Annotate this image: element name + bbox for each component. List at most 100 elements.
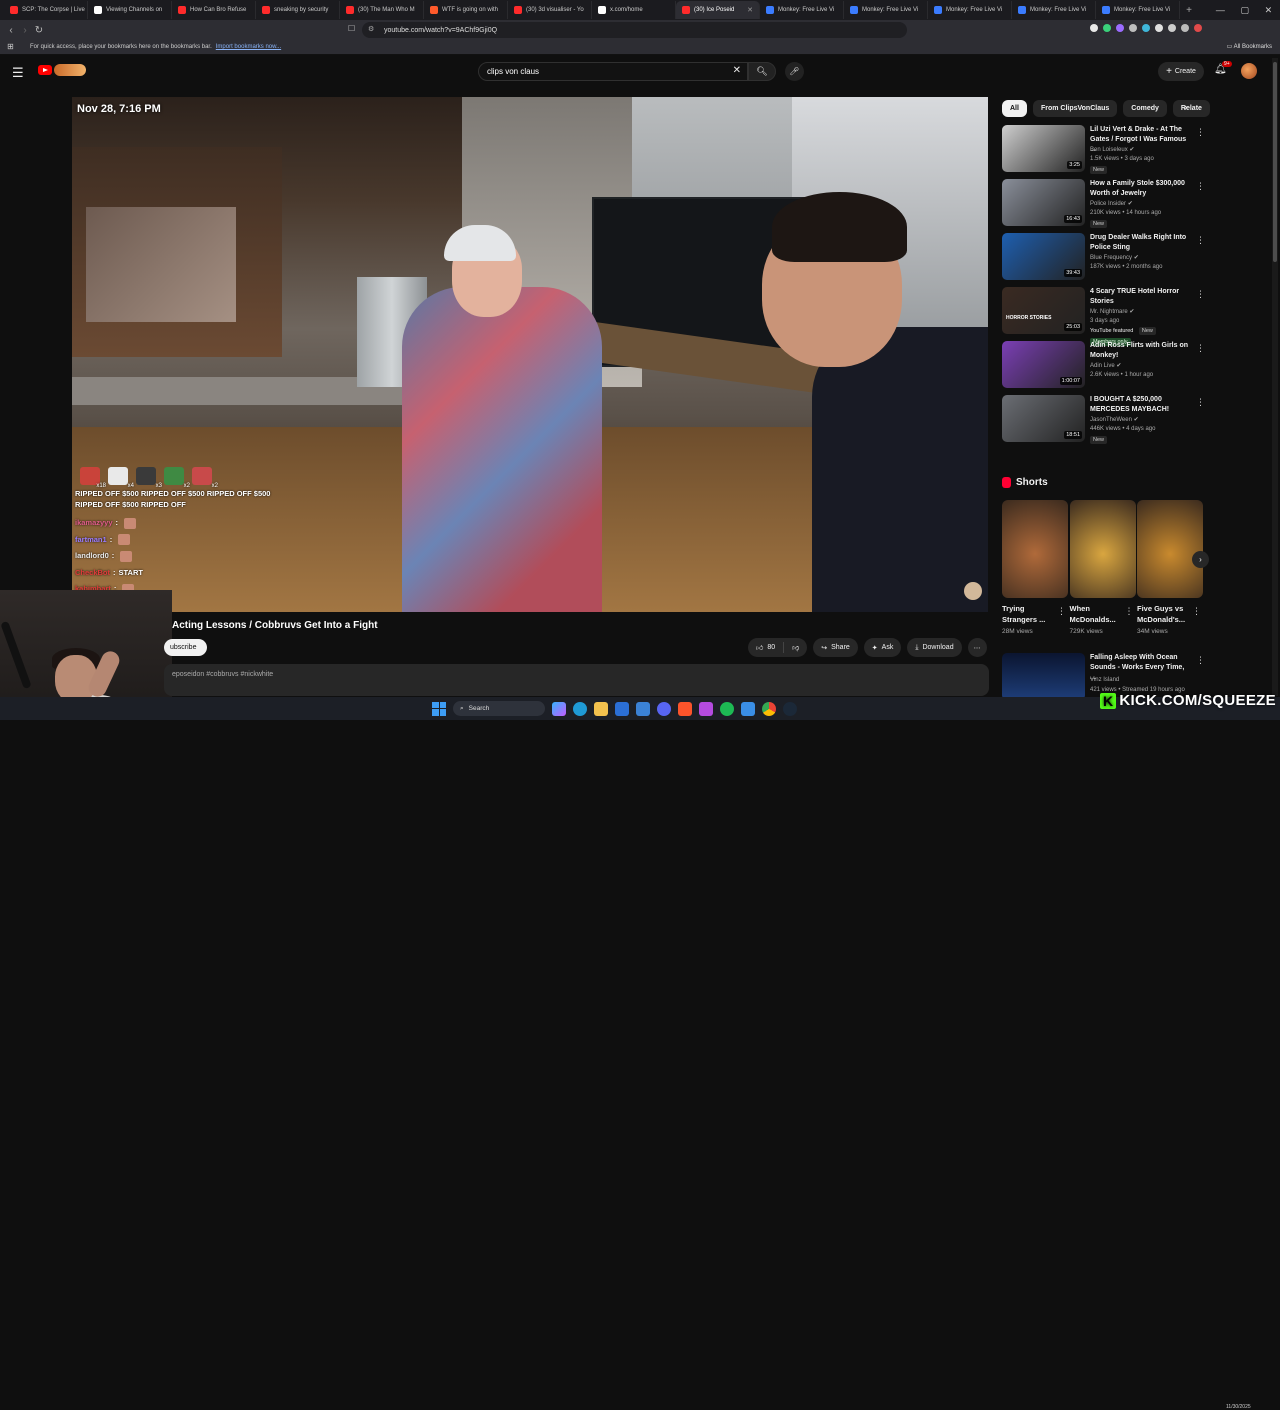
filter-chip[interactable]: All xyxy=(1002,100,1027,117)
browser-tab[interactable]: How Can Bro Refuse xyxy=(172,1,256,19)
youtube-logo[interactable] xyxy=(38,65,52,75)
recommendation-item[interactable]: 1:00:07 Adin Ross Flirts with Girls on Mo… xyxy=(1002,341,1205,391)
maximize-icon[interactable]: ▢ xyxy=(1240,5,1249,16)
recommendation-item[interactable]: 16:43 How a Family Stole $300,000 Worth o… xyxy=(1002,179,1205,229)
browser-tab[interactable]: Monkey: Free Live Vi xyxy=(928,1,1012,19)
bookmark-star-icon[interactable]: ☐ xyxy=(348,24,355,33)
recommendation-item[interactable]: 3:25 Lil Uzi Vert & Drake - At The Gates … xyxy=(1002,125,1205,175)
back-icon[interactable]: ‹ xyxy=(4,25,18,36)
search-input[interactable]: clips von claus ✕ xyxy=(478,62,748,81)
search-button[interactable]: 🔍︎ xyxy=(748,62,776,81)
filter-chip[interactable]: Relate xyxy=(1172,100,1210,117)
browser-tab[interactable]: Monkey: Free Live Vi xyxy=(1012,1,1096,19)
more-options-icon[interactable]: ⋮ xyxy=(1196,181,1205,192)
more-options-icon[interactable]: ⋮ xyxy=(1196,289,1205,300)
description-box[interactable]: eposeidon #cobbruvs #nickwhite xyxy=(164,664,989,696)
forward-icon[interactable]: › xyxy=(18,25,32,36)
dislike-button[interactable]: 👎︎ xyxy=(784,638,807,657)
recommendation-item[interactable]: Falling Asleep With Ocean Sounds - Works… xyxy=(1002,653,1202,697)
all-bookmarks-button[interactable]: ▭ All Bookmarks xyxy=(1227,43,1272,50)
more-actions-button[interactable]: ⋯ xyxy=(967,638,987,657)
page-scrollbar[interactable] xyxy=(1272,58,1278,696)
close-tab-icon[interactable]: ✕ xyxy=(747,6,753,14)
file-explorer-icon[interactable] xyxy=(594,701,608,716)
extension-icon[interactable] xyxy=(1168,24,1176,32)
short-title[interactable]: When McDonalds... xyxy=(1070,603,1125,625)
more-options-icon[interactable]: ⋮ xyxy=(1192,606,1201,617)
extension-icon[interactable] xyxy=(1181,24,1189,32)
filter-chip[interactable]: Comedy xyxy=(1123,100,1167,117)
short-title[interactable]: Trying Strangers ... xyxy=(1002,603,1057,625)
close-window-icon[interactable]: ✕ xyxy=(1265,5,1273,16)
more-options-icon[interactable]: ⋮ xyxy=(1196,235,1205,246)
discord-icon[interactable] xyxy=(657,701,671,716)
browser-tab[interactable]: (30) Ice Poseid ✕ xyxy=(676,1,760,19)
extension-icon[interactable] xyxy=(1103,24,1111,32)
extension-icon[interactable] xyxy=(1142,24,1150,32)
account-avatar[interactable] xyxy=(1241,63,1257,79)
apps-icon[interactable]: ⊞ xyxy=(7,42,14,51)
scrollbar-thumb[interactable] xyxy=(1273,62,1277,262)
taskbar-search[interactable]: ⌕ Search xyxy=(453,701,545,716)
more-options-icon[interactable]: ⋮ xyxy=(1196,127,1205,138)
windows-start-icon[interactable] xyxy=(432,701,446,716)
url-field[interactable]: ⚙ youtube.com/watch?v=9AChf9Gji0Q xyxy=(362,22,907,38)
extension-icon[interactable] xyxy=(1129,24,1137,32)
share-button[interactable]: ↪ Share xyxy=(813,638,858,657)
short-thumbnail[interactable] xyxy=(1069,500,1136,598)
spotify-icon[interactable] xyxy=(720,701,734,716)
shorts-next-button[interactable]: › xyxy=(1192,551,1209,568)
more-options-icon[interactable]: ⋮ xyxy=(1057,606,1066,617)
short-title[interactable]: Five Guys vs McDonald's... xyxy=(1137,603,1192,625)
doodle-logo[interactable] xyxy=(54,64,86,76)
subscribe-button[interactable]: ubscribe xyxy=(164,639,207,656)
site-info-icon[interactable]: ⚙ xyxy=(368,25,374,33)
more-options-icon[interactable]: ⋮ xyxy=(1196,343,1205,354)
browser-tab[interactable]: sneaking by security xyxy=(256,1,340,19)
steam-icon[interactable] xyxy=(783,701,797,716)
store-icon[interactable] xyxy=(615,701,629,716)
ask-button[interactable]: ✦ Ask xyxy=(863,638,902,657)
chevron-right-icon[interactable]: › xyxy=(1184,102,1187,113)
voice-search-button[interactable]: 🎤︎ xyxy=(785,62,804,81)
browser-tab[interactable]: (30) The Man Who M xyxy=(340,1,424,19)
video-player[interactable]: Nov 28, 7:16 PM x18 x4 x3 x2 x2 RIPPED OFF $… xyxy=(72,97,988,612)
edge-icon[interactable] xyxy=(573,701,587,716)
short-thumbnail[interactable] xyxy=(1137,500,1203,598)
more-options-icon[interactable]: ⋮ xyxy=(1196,655,1202,666)
recommendation-item[interactable]: HORROR STORIES 25:03 4 Scary TRUE Hotel Ho… xyxy=(1002,287,1205,346)
browser-tab[interactable]: Monkey: Free Live Vi xyxy=(844,1,928,19)
clear-search-icon[interactable]: ✕ xyxy=(733,65,741,76)
photos-icon[interactable] xyxy=(636,701,650,716)
like-button[interactable]: 👍︎ 80 xyxy=(748,638,783,657)
browser-tab[interactable]: Monkey: Free Live Vi xyxy=(760,1,844,19)
recommendation-item[interactable]: 39:43 Drug Dealer Walks Right Into Police… xyxy=(1002,233,1205,283)
extension-icon[interactable] xyxy=(1194,24,1202,32)
reload-icon[interactable]: ↻ xyxy=(32,25,46,36)
more-options-icon[interactable]: ⋮ xyxy=(1196,397,1205,408)
browser-tab[interactable]: Viewing Channels on xyxy=(88,1,172,19)
brave-icon[interactable] xyxy=(678,701,692,716)
browser-tab[interactable]: x.com/home xyxy=(592,1,676,19)
extension-icon[interactable] xyxy=(1155,24,1163,32)
extension-icon[interactable] xyxy=(1090,24,1098,32)
notes-icon[interactable] xyxy=(741,701,755,716)
new-tab-icon[interactable]: + xyxy=(1180,5,1198,16)
minimize-icon[interactable]: — xyxy=(1216,5,1225,15)
short-thumbnail[interactable] xyxy=(1002,500,1068,598)
download-button[interactable]: ⤓ Download xyxy=(907,638,962,657)
import-bookmarks-link[interactable]: Import bookmarks now... xyxy=(216,44,281,50)
chrome-icon[interactable] xyxy=(762,701,776,716)
browser-tab[interactable]: (30) 3d visualiser - Yo xyxy=(508,1,592,19)
filter-chip[interactable]: From ClipsVonClaus xyxy=(1032,100,1118,117)
browser-tab[interactable]: WTF is going on with xyxy=(424,1,508,19)
browser-tab[interactable]: SCP: The Corpse | Live xyxy=(4,1,88,19)
recommendation-item[interactable]: 18:51 I BOUGHT A $250,000 MERCEDES MAYBAC… xyxy=(1002,395,1205,445)
extension-icon[interactable] xyxy=(1116,24,1124,32)
more-options-icon[interactable]: ⋮ xyxy=(1125,606,1134,617)
app-icon[interactable] xyxy=(699,701,713,716)
browser-tab[interactable]: Monkey: Free Live Vi xyxy=(1096,1,1180,19)
create-button[interactable]: + Create xyxy=(1158,62,1204,81)
copilot-icon[interactable] xyxy=(552,701,566,716)
menu-icon[interactable]: ☰ xyxy=(12,65,24,81)
